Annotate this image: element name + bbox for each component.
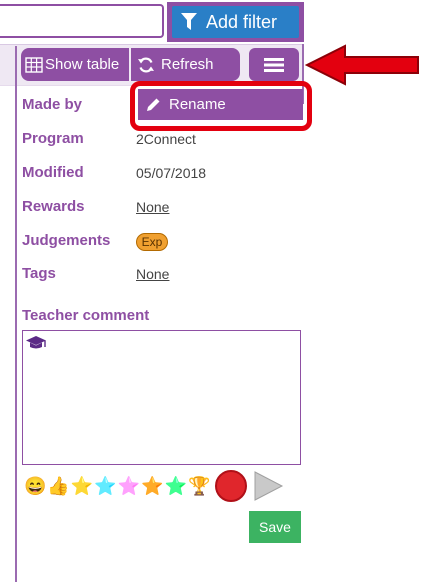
modified-value: 05/07/2018 (136, 165, 207, 181)
trophy-emoji[interactable]: 🏆 (188, 476, 210, 496)
rewards-label: Rewards (22, 198, 85, 215)
table-grid-icon (25, 56, 43, 73)
smile-emoji[interactable]: 😄 (24, 476, 46, 496)
made-by-label: Made by (22, 96, 83, 113)
emoji-toolbar: 😄 👍 ⭐ ⭐ ⭐ ⭐ ⭐ 🏆 (24, 469, 284, 503)
filter-icon (172, 13, 206, 31)
tags-label: Tags (22, 265, 56, 282)
refresh-label: Refresh (161, 56, 214, 73)
star-yellow-emoji[interactable]: ⭐ (71, 476, 93, 496)
hamburger-menu-icon (264, 57, 284, 73)
refresh-button[interactable]: Refresh (131, 48, 240, 81)
star-green-emoji[interactable]: ⭐ (165, 476, 187, 496)
red-arrow-annotation (305, 44, 419, 86)
save-button[interactable]: Save (249, 511, 301, 543)
add-filter-label: Add filter (206, 11, 278, 32)
modified-label: Modified (22, 164, 84, 181)
refresh-icon (137, 56, 155, 74)
menu-button[interactable] (249, 48, 299, 81)
program-label: Program (22, 130, 84, 147)
star-red-emoji[interactable]: ⭐ (141, 476, 163, 496)
show-table-button[interactable]: Show table (21, 48, 129, 81)
highlight-outline (130, 81, 312, 131)
play-icon[interactable] (252, 470, 284, 502)
show-table-label: Show table (45, 56, 120, 73)
star-blue-emoji[interactable]: ⭐ (94, 476, 116, 496)
panel-border-left (15, 46, 17, 582)
graduation-cap-icon (26, 336, 46, 349)
judgements-label: Judgements (22, 232, 111, 249)
add-filter-button[interactable]: Add filter (172, 6, 299, 38)
tags-link[interactable]: None (136, 266, 169, 282)
star-pink-emoji[interactable]: ⭐ (118, 476, 140, 496)
thumbs-up-emoji[interactable]: 👍 (47, 476, 69, 496)
teacher-comment-field[interactable] (22, 330, 301, 465)
program-value: 2Connect (136, 131, 196, 147)
judgement-badge[interactable]: Exp (136, 233, 168, 251)
search-input[interactable] (0, 4, 164, 38)
rewards-link[interactable]: None (136, 199, 169, 215)
teacher-comment-label: Teacher comment (22, 307, 150, 324)
record-icon[interactable] (215, 470, 248, 502)
